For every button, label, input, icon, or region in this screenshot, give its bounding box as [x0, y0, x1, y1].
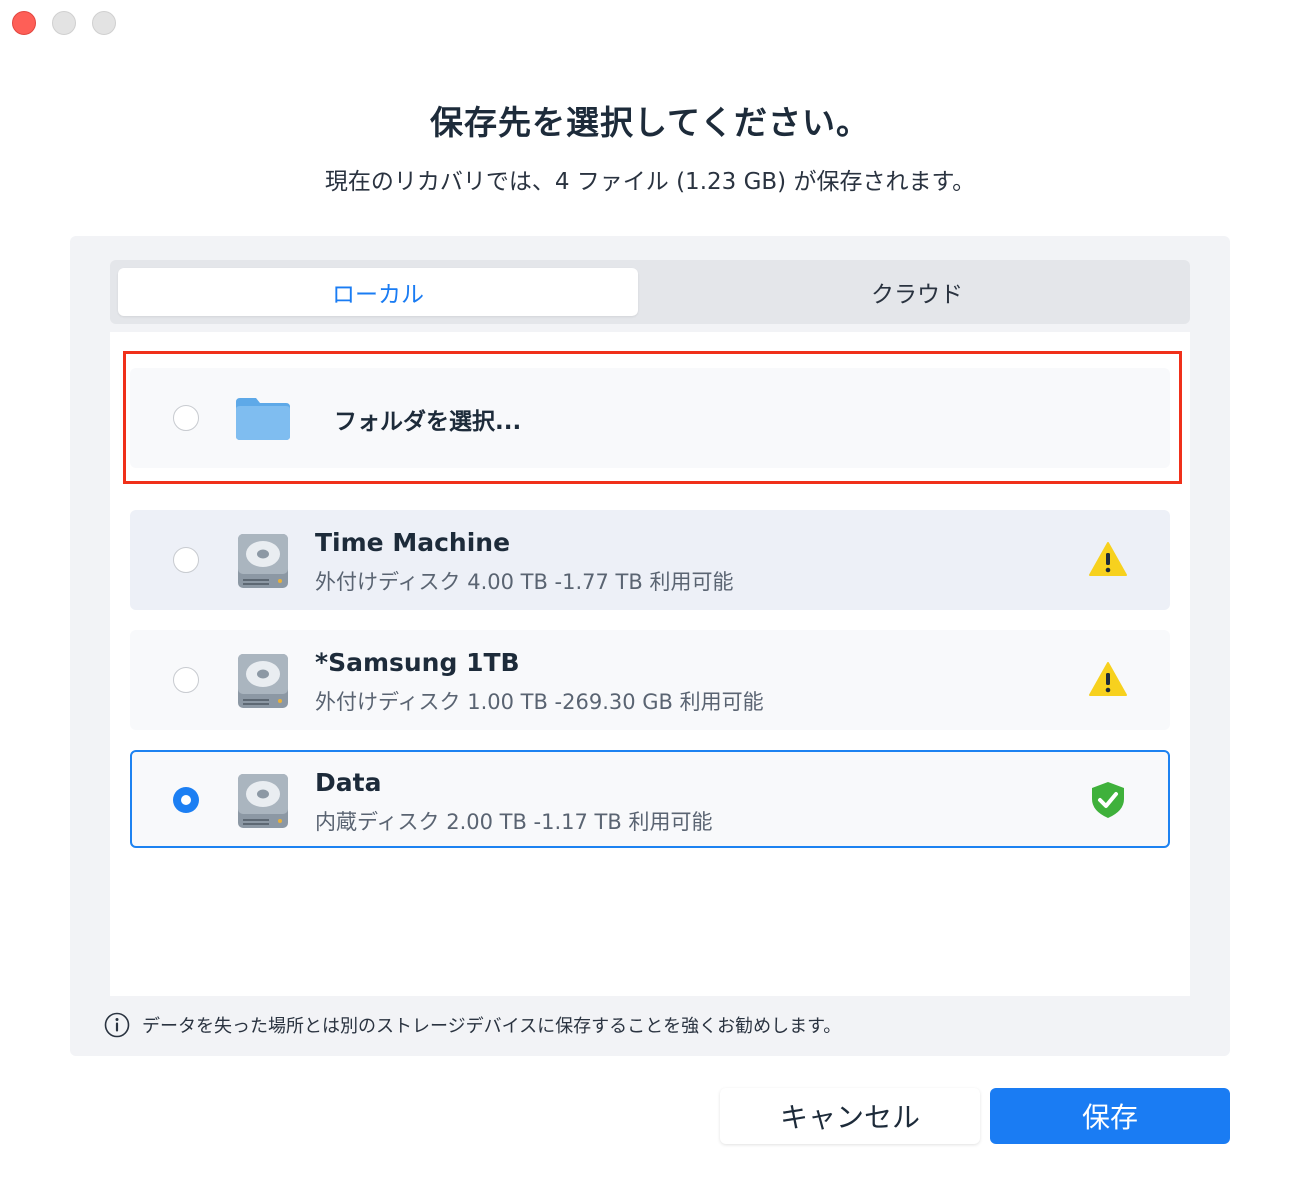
folder-radio[interactable] — [173, 405, 199, 431]
minimize-window-button[interactable] — [52, 11, 76, 35]
close-window-button[interactable] — [12, 11, 36, 35]
maximize-window-button[interactable] — [92, 11, 116, 35]
cancel-button[interactable]: キャンセル — [720, 1088, 980, 1144]
storage-note: データを失った場所とは別のストレージデバイスに保存することを強くお勧めします。 — [104, 1012, 841, 1038]
drive-radio[interactable] — [173, 547, 199, 573]
warning-icon — [1088, 540, 1128, 580]
save-button[interactable]: 保存 — [990, 1088, 1230, 1144]
drive-capacity: 外付けディスク 1.00 TB -269.30 GB 利用可能 — [315, 690, 764, 714]
info-icon — [104, 1012, 130, 1038]
drive-name: Data — [315, 768, 382, 797]
hard-drive-icon — [234, 532, 292, 590]
page-title: 保存先を選択してください。 — [429, 103, 871, 142]
drive-option-time-machine[interactable]: Time Machine 外付けディスク 4.00 TB -1.77 TB 利用… — [130, 510, 1170, 610]
location-segmented-control: ローカル クラウド — [110, 260, 1190, 324]
storage-note-text: データを失った場所とは別のストレージデバイスに保存することを強くお勧めします。 — [142, 1016, 842, 1037]
hard-drive-icon — [234, 652, 292, 710]
drive-capacity: 外付けディスク 4.00 TB -1.77 TB 利用可能 — [315, 570, 734, 594]
drive-name: Time Machine — [315, 528, 511, 557]
tab-local[interactable]: ローカル — [118, 268, 638, 316]
destination-list: フォルダを選択... Time Machine 外付けディスク 4.00 TB … — [110, 332, 1190, 996]
shield-check-icon — [1088, 780, 1128, 820]
folder-option-label: フォルダを選択... — [334, 409, 522, 435]
warning-icon — [1088, 660, 1128, 700]
drive-radio[interactable] — [173, 667, 199, 693]
hard-drive-icon — [234, 772, 292, 830]
drive-option-data[interactable]: Data 内蔵ディスク 2.00 TB -1.17 TB 利用可能 — [130, 750, 1170, 848]
drive-radio-selected[interactable] — [173, 787, 199, 813]
drive-option-samsung[interactable]: *Samsung 1TB 外付けディスク 1.00 TB -269.30 GB … — [130, 630, 1170, 730]
window-controls — [12, 11, 116, 35]
destination-panel: ローカル クラウド フォルダを選択... Time Machine 外付けディス… — [70, 236, 1230, 1056]
page-subtitle: 現在のリカバリでは、4 ファイル (1.23 GB) が保存されます。 — [324, 169, 976, 195]
folder-option[interactable]: フォルダを選択... — [130, 368, 1170, 468]
drive-capacity: 内蔵ディスク 2.00 TB -1.17 TB 利用可能 — [315, 810, 713, 834]
tab-cloud[interactable]: クラウド — [650, 268, 1184, 316]
folder-icon — [234, 390, 292, 448]
drive-name: *Samsung 1TB — [315, 648, 520, 677]
